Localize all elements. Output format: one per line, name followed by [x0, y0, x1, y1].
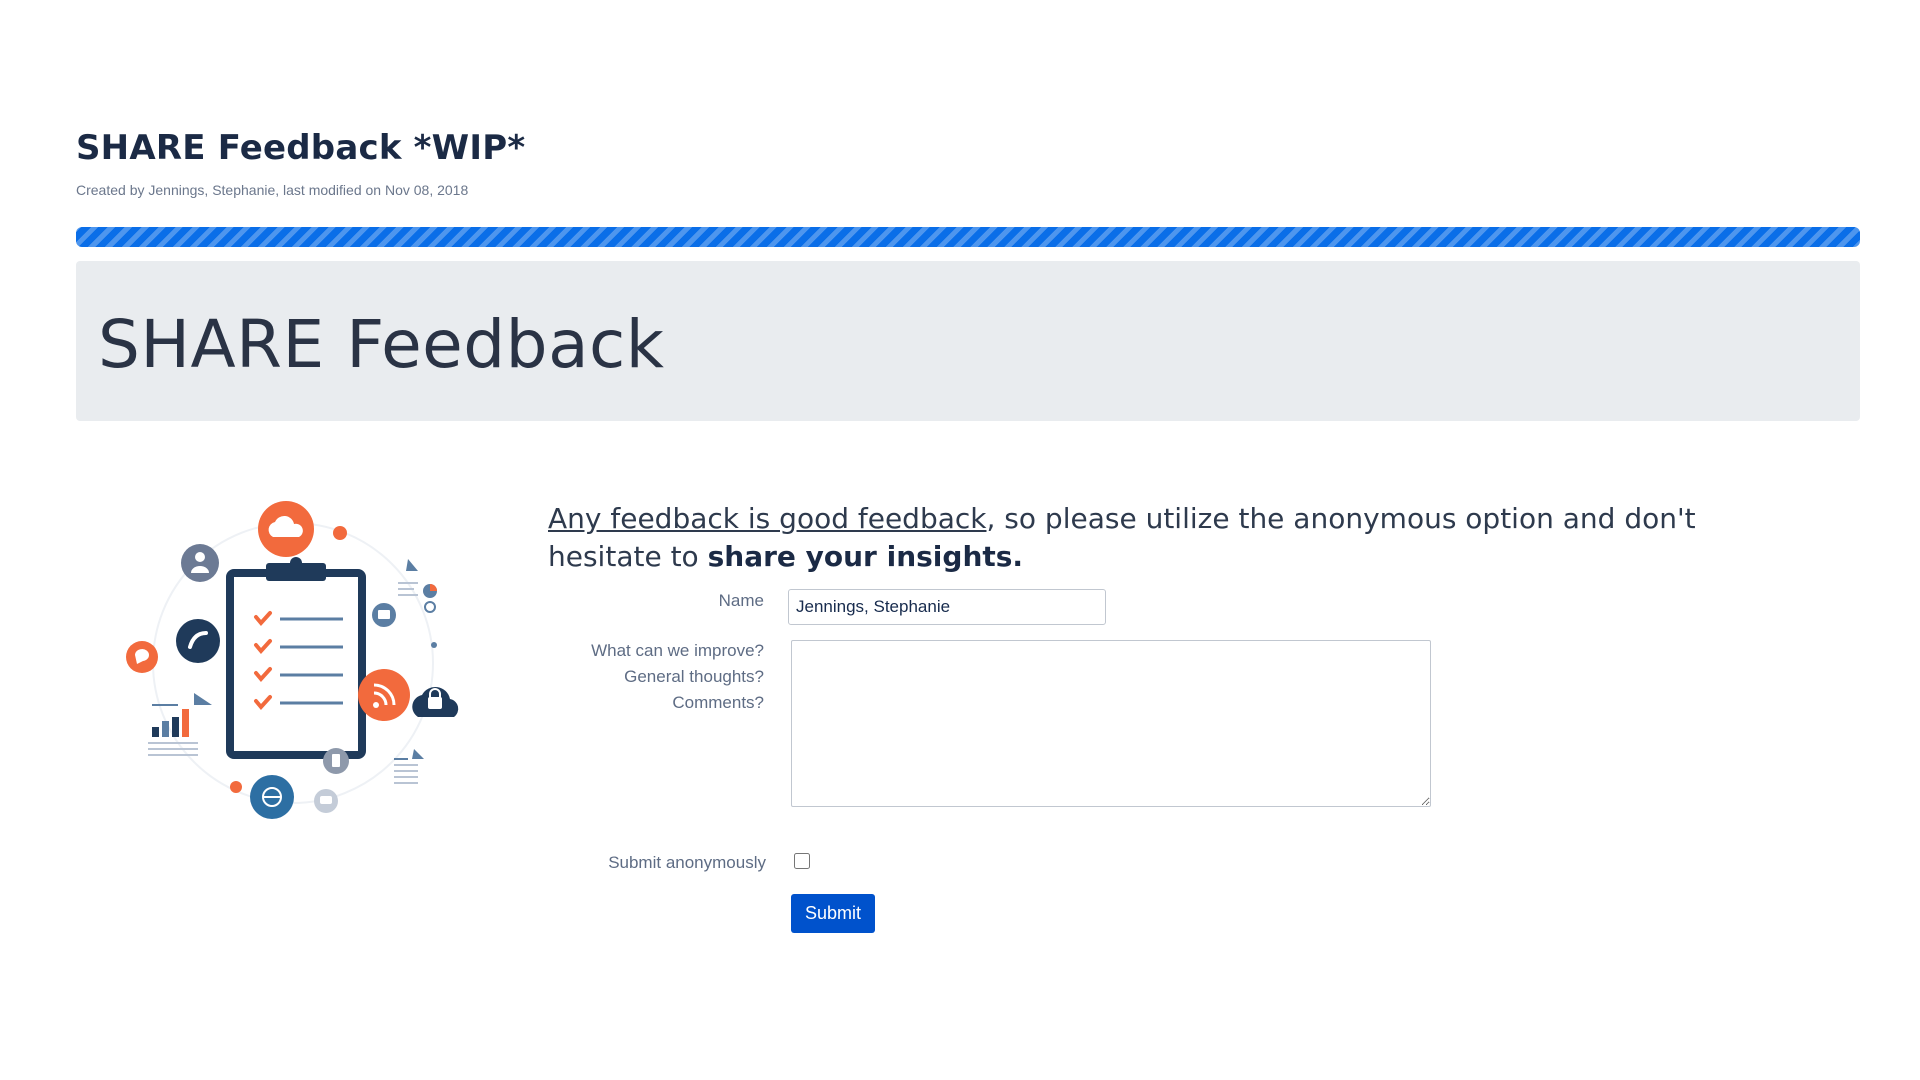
- name-label: Name: [718, 591, 764, 610]
- feedback-label: What can we improve? General thoughts? C…: [540, 638, 764, 716]
- feedback-label-line: Comments?: [672, 693, 764, 712]
- phone-icon: [323, 748, 349, 774]
- triangle-decor: [406, 559, 418, 571]
- cloud-icon: [258, 501, 314, 557]
- triangle-decor: [194, 693, 212, 705]
- feedback-label-line: What can we improve?: [591, 641, 764, 660]
- clipboard-checklist-icon: [226, 557, 366, 759]
- rss-icon: [358, 669, 410, 721]
- globe-icon: [250, 775, 294, 819]
- feedback-textarea[interactable]: [791, 640, 1431, 807]
- page-title: SHARE Feedback *WIP*: [76, 128, 526, 168]
- page-byline: Created by Jennings, Stephanie, last mod…: [76, 182, 469, 198]
- jumbotron-title: SHARE Feedback: [98, 306, 665, 383]
- dot: [333, 526, 347, 540]
- feedback-illustration: [126, 501, 459, 819]
- progress-bar: [76, 227, 1860, 247]
- feedback-link[interactable]: Any feedback is good feedback: [548, 502, 987, 535]
- dot: [230, 781, 242, 793]
- mail-icon: [372, 603, 396, 627]
- intro-text: Any feedback is good feedback, so please…: [548, 500, 1808, 576]
- submit-button[interactable]: Submit: [791, 894, 875, 933]
- feedback-label-line: General thoughts?: [624, 667, 764, 686]
- bar-chart-icon: [148, 704, 198, 756]
- cloud-lock-icon: [412, 686, 459, 717]
- anonymous-checkbox[interactable]: [794, 853, 810, 869]
- intro-bold-text: share your insights.: [707, 540, 1024, 573]
- phone-icon: [176, 619, 220, 663]
- chat-icon: [314, 789, 338, 813]
- page: SHARE Feedback *WIP* Created by Jennings…: [0, 0, 1920, 1080]
- name-input[interactable]: [788, 589, 1106, 625]
- chat-icon: [126, 641, 158, 673]
- user-icon: [181, 544, 219, 582]
- jumbotron: SHARE Feedback: [76, 261, 1860, 421]
- anonymous-label: Submit anonymously: [608, 853, 766, 872]
